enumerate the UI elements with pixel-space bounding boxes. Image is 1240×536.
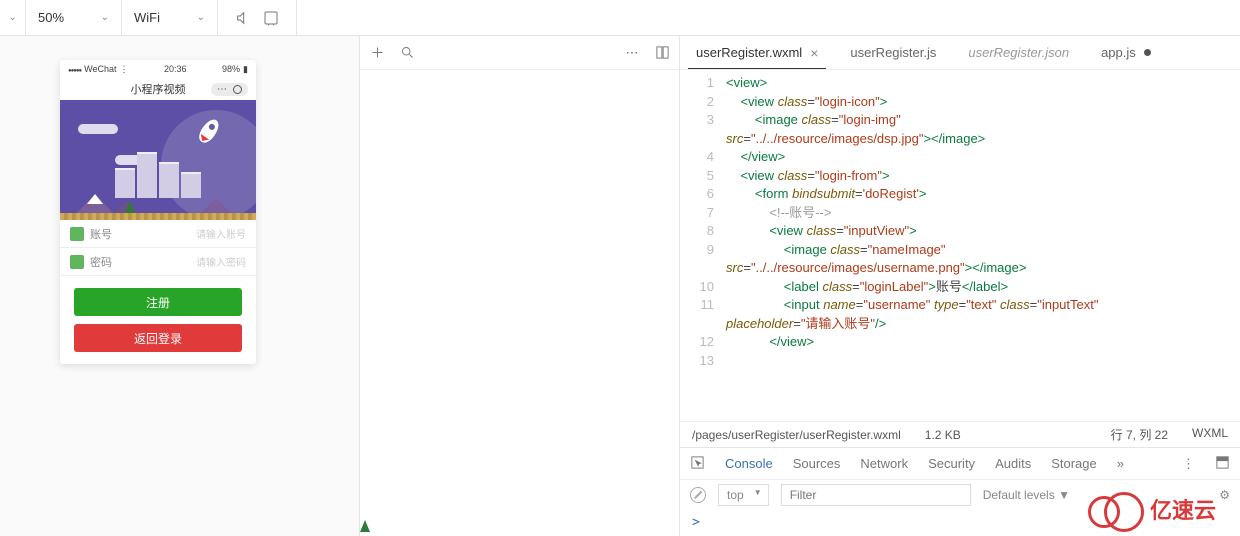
zoom-select[interactable]: 50% ⌄ [26, 0, 122, 35]
scope-value: top [727, 488, 744, 502]
user-icon [70, 227, 84, 241]
scope-select[interactable]: top [718, 484, 769, 506]
inspect-icon[interactable] [690, 455, 705, 473]
phone-navbar: 小程序视频 ⋯ [60, 78, 256, 100]
target-icon [233, 85, 242, 94]
capsule-button[interactable]: ⋯ [211, 83, 248, 96]
search-button[interactable] [396, 45, 418, 60]
mute-icon[interactable] [230, 10, 256, 26]
code-content: <view> <view class="login-icon"> <image … [724, 70, 1240, 421]
filter-input[interactable] [781, 484, 971, 506]
tab-network[interactable]: Network [860, 456, 908, 471]
phone-simulator: WeChat ⋮ 20:36 98%▮ 小程序视频 ⋯ 账号 请输入账号 [60, 60, 256, 364]
image-icon [365, 358, 370, 368]
battery-label: 98% [222, 64, 240, 74]
wifi-icon: ⋮ [119, 64, 128, 75]
settings-gear-icon[interactable]: ⚙ [1219, 488, 1230, 502]
back-login-button[interactable]: 返回登录 [74, 324, 242, 352]
account-label: 账号 [90, 226, 112, 242]
tab-label: app.js [1101, 45, 1136, 60]
image-icon [365, 335, 370, 345]
tab-audits[interactable]: Audits [995, 456, 1031, 471]
top-toolbar: ⌄ 50% ⌄ WiFi ⌄ [0, 0, 1240, 36]
tab-sources[interactable]: Sources [793, 456, 841, 471]
more-icon[interactable]: ⋯ [621, 45, 643, 61]
tab-storage[interactable]: Storage [1051, 456, 1097, 471]
network-value: WiFi [134, 10, 160, 25]
account-row[interactable]: 账号 请输入账号 [60, 220, 256, 248]
phone-statusbar: WeChat ⋮ 20:36 98%▮ [60, 60, 256, 78]
dock-icon[interactable] [1215, 455, 1230, 473]
clear-console-icon[interactable] [690, 487, 706, 503]
close-icon[interactable]: × [810, 45, 818, 61]
editor-statusline: /pages/userRegister/userRegister.wxml 1.… [680, 421, 1240, 447]
tab-app-js[interactable]: app.js [1085, 36, 1167, 69]
editor-pane: userRegister.wxml × userRegister.js userR… [680, 36, 1240, 536]
page-title: 小程序视频 [131, 81, 186, 97]
login-image [60, 100, 256, 220]
simulator-pane: WeChat ⋮ 20:36 98%▮ 小程序视频 ⋯ 账号 请输入账号 [0, 36, 360, 536]
back-button-label: 返回登录 [134, 330, 182, 347]
tab-label: userRegister.js [850, 45, 936, 60]
more-tabs-icon[interactable]: » [1117, 456, 1124, 471]
chevron-down-icon: ⌄ [101, 12, 109, 23]
image-icon [365, 289, 370, 299]
zoom-value: 50% [38, 10, 64, 25]
phone-time: 20:36 [164, 64, 187, 74]
register-button-label: 注册 [146, 294, 170, 311]
image-icon [365, 266, 370, 276]
carrier-label: WeChat [84, 64, 116, 74]
unsaved-dot-icon [1144, 49, 1151, 56]
cursor-position: 行 7, 列 22 [1111, 426, 1168, 443]
battery-icon: ▮ [243, 64, 248, 75]
file-path: /pages/userRegister/userRegister.wxml [692, 428, 901, 442]
language-mode[interactable]: WXML [1192, 426, 1228, 443]
devtools-menu-icon[interactable]: ⋮ [1182, 456, 1195, 472]
tree-scrollbar[interactable] [360, 73, 363, 353]
lock-icon [70, 255, 84, 269]
file-tree: ▼pages ▼userRegister JSuserRegister.js {… [360, 66, 370, 532]
code-editor[interactable]: 123 456789 1011 1213 <view> <view class=… [680, 70, 1240, 421]
tab-userRegister-json[interactable]: userRegister.json [952, 36, 1085, 69]
file-size: 1.2 KB [925, 428, 961, 442]
file-explorer-pane: ⋯ ▼pages ▼userRegister JSuserRegister.js… [360, 36, 680, 536]
network-select[interactable]: WiFi ⌄ [122, 0, 218, 35]
password-label: 密码 [90, 254, 112, 270]
file-toolbar: ⋯ [360, 36, 679, 70]
chevron-down-icon: ⌄ [197, 12, 205, 23]
tab-userRegister-wxml[interactable]: userRegister.wxml × [680, 36, 834, 69]
signal-icon [68, 64, 81, 74]
line-gutter: 123 456789 1011 1213 [680, 70, 724, 421]
image-icon [365, 312, 370, 322]
devtools-tabs: Console Sources Network Security Audits … [680, 447, 1240, 479]
toolbar-dropdown-left[interactable]: ⌄ [0, 0, 26, 35]
tab-security[interactable]: Security [928, 456, 975, 471]
split-pane-icon[interactable] [651, 45, 673, 60]
cloud-icon [1088, 492, 1144, 526]
cut-icon[interactable] [258, 10, 284, 26]
levels-value: Default levels [983, 488, 1055, 502]
editor-tabs: userRegister.wxml × userRegister.js userR… [680, 36, 1240, 70]
watermark-text: 亿速云 [1150, 493, 1216, 525]
tab-console[interactable]: Console [725, 456, 773, 471]
register-button[interactable]: 注册 [74, 288, 242, 316]
watermark-logo: 亿速云 [1088, 492, 1216, 526]
chevron-down-icon: ⌄ [8, 12, 16, 23]
new-file-button[interactable] [366, 45, 388, 60]
account-placeholder: 请输入账号 [196, 226, 246, 241]
tab-label: userRegister.wxml [696, 45, 802, 60]
tab-label: userRegister.json [968, 45, 1069, 60]
tab-userRegister-js[interactable]: userRegister.js [834, 36, 952, 69]
levels-select[interactable]: Default levels ▼ [983, 488, 1070, 502]
password-row[interactable]: 密码 请输入密码 [60, 248, 256, 276]
password-placeholder: 请输入密码 [196, 254, 246, 269]
